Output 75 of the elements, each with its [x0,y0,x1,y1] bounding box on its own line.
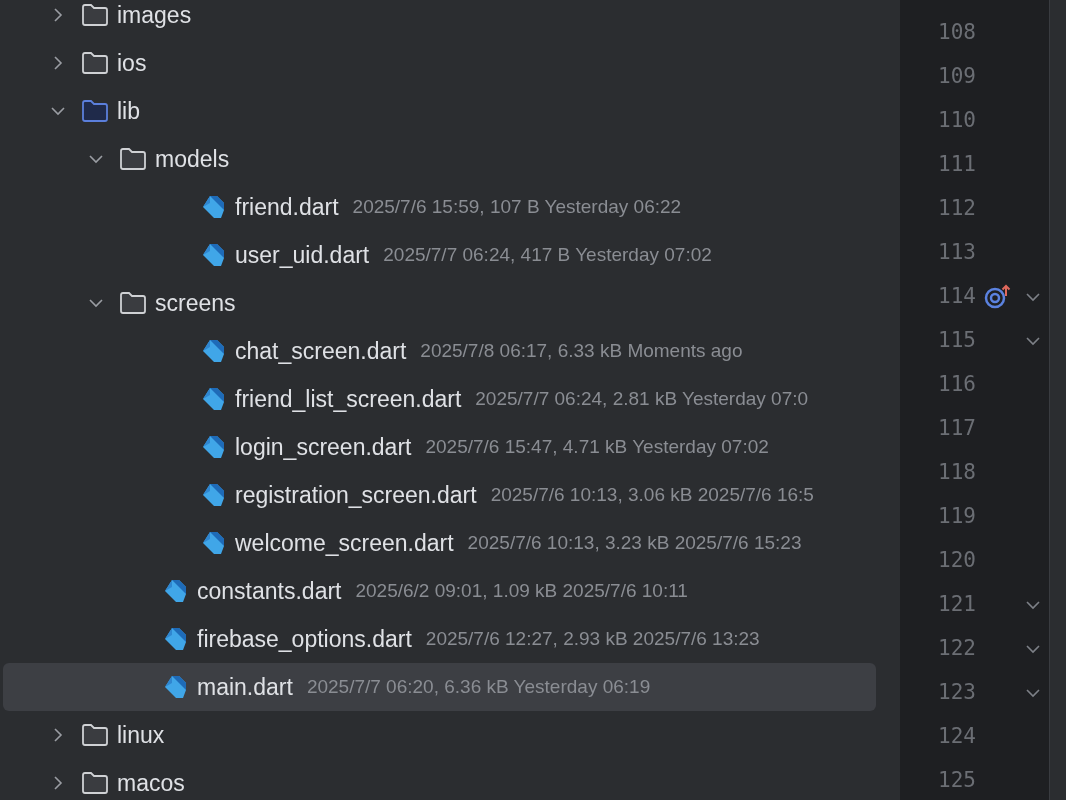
fold-chevron-icon[interactable] [1025,687,1041,699]
line-number: 116 [937,371,976,399]
line-number: 123 [937,679,976,707]
file-name: constants.dart [197,576,342,606]
folder-icon [81,3,109,27]
folder-icon [119,291,147,315]
folder-row[interactable]: linux [3,711,876,759]
fold-chevron-icon[interactable] [1025,599,1041,611]
fold-chevron-icon[interactable] [1025,335,1041,347]
file-row[interactable]: constants.dart 2025/6/2 09:01, 1.09 kB 2025/7/6 10:11 [3,567,876,615]
file-name: linux [117,720,165,750]
line-number: 108 [937,19,976,47]
folder-icon [119,147,147,171]
file-row[interactable]: welcome_screen.dart 2025/7/6 10:13, 3.23 kB 2025/7/6 15:23 [3,519,876,567]
fold-chevron-icon[interactable] [1025,291,1041,303]
folder-row[interactable]: lib [3,87,876,135]
folder-row[interactable]: ios [3,39,876,87]
file-name: firebase_options.dart [197,624,412,654]
folder-row[interactable]: macos [3,759,876,800]
file-details: 2025/7/6 10:13, 3.23 kB 2025/7/6 15:23 [467,530,802,555]
file-row[interactable]: user_uid.dart 2025/7/7 06:24, 417 B Yesterday 07:02 [3,231,876,279]
file-name: user_uid.dart [235,240,370,270]
line-number: 125 [937,767,976,795]
file-details: 2025/7/7 06:20, 6.36 kB Yesterday 06:19 [306,674,651,699]
file-details: 2025/7/6 15:47, 4.71 kB Yesterday 07:02 [425,434,769,459]
file-name: lib [117,96,140,126]
line-number: 112 [937,195,976,223]
file-name: screens [155,288,236,318]
file-name: macos [117,768,185,798]
line-number: 110 [937,107,976,135]
file-row[interactable]: friend_list_screen.dart 2025/7/7 06:24, 2.81 kB Yesterday 07:0 [3,375,876,423]
line-number: 121 [937,591,976,619]
file-name: ios [117,48,147,78]
file-details: 2025/7/6 12:27, 2.93 kB 2025/7/6 13:23 [425,626,760,651]
line-number: 111 [937,151,976,179]
folder-icon [81,51,109,75]
line-number: 120 [937,547,976,575]
file-name: chat_screen.dart [235,336,407,366]
line-number: 115 [937,327,976,355]
file-name: models [155,144,230,174]
file-details: 2025/7/7 06:24, 2.81 kB Yesterday 07:0 [475,386,809,411]
line-number: 117 [937,415,976,443]
file-details: 2025/7/8 06:17, 6.33 kB Moments ago [420,338,743,363]
file-name: login_screen.dart [235,432,412,462]
line-number: 109 [937,63,976,91]
file-name: welcome_screen.dart [235,528,454,558]
folder-row[interactable]: screens [3,279,876,327]
file-details: 2025/7/6 10:13, 3.06 kB 2025/7/6 16:5 [490,482,814,507]
folder-row[interactable]: images [3,0,876,39]
folder-icon [81,723,109,747]
file-name: registration_screen.dart [235,480,477,510]
line-number: 122 [937,635,976,663]
file-details: 2025/6/2 09:01, 1.09 kB 2025/7/6 10:11 [355,578,688,603]
file-name: main.dart [197,672,293,702]
file-row[interactable]: registration_screen.dart 2025/7/6 10:13, 3.06 kB 2025/7/6 16:5 [3,471,876,519]
folder-icon [81,99,109,123]
target-arrow-icon[interactable] [983,284,1013,310]
file-details: 2025/7/6 15:59, 107 B Yesterday 06:22 [352,194,682,219]
line-number: 119 [937,503,976,531]
line-number: 118 [937,459,976,487]
fold-chevron-icon[interactable] [1025,643,1041,655]
folder-row[interactable]: models [3,135,876,183]
line-number: 124 [937,723,976,751]
file-details: 2025/7/7 06:24, 417 B Yesterday 07:02 [383,242,712,267]
line-number: 114 [937,283,976,311]
file-name: images [117,0,192,30]
file-name: friend_list_screen.dart [235,384,462,414]
line-number: 113 [937,239,976,267]
file-row[interactable]: chat_screen.dart 2025/7/8 06:17, 6.33 kB Moments ago [3,327,876,375]
file-row[interactable]: login_screen.dart 2025/7/6 15:47, 4.71 kB Yesterday 07:02 [3,423,876,471]
file-name: friend.dart [235,192,339,222]
file-row[interactable]: main.dart 2025/7/7 06:20, 6.36 kB Yesterday 06:19 [3,663,876,711]
file-row[interactable]: friend.dart 2025/7/6 15:59, 107 B Yesterday 06:22 [3,183,876,231]
folder-icon [81,771,109,795]
file-row[interactable]: firebase_options.dart 2025/7/6 12:27, 2.93 kB 2025/7/6 13:23 [3,615,876,663]
